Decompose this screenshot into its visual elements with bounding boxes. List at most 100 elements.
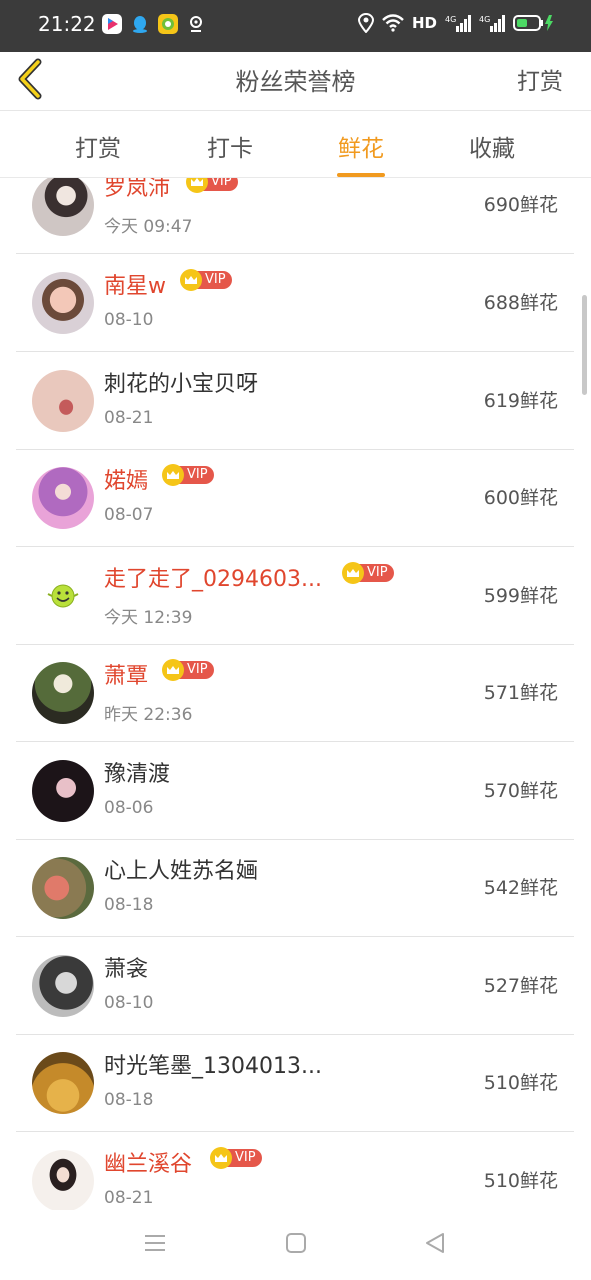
list-item[interactable]: 萧覃 VIP 昨天 22:36 571鲜花 <box>16 644 574 742</box>
menu-button[interactable] <box>144 1232 166 1258</box>
hd-label: HD <box>411 14 437 32</box>
user-date: 08-18 <box>104 895 154 915</box>
back-nav-button[interactable] <box>424 1232 446 1258</box>
list-item[interactable]: 幽兰溪谷 VIP 08-21 510鲜花 <box>16 1132 574 1210</box>
user-name: 婼嫣 <box>104 469 149 494</box>
tab-label: 鲜花 <box>338 136 384 162</box>
status-app-icons <box>102 14 206 34</box>
status-indicators: HD 4G 4G <box>357 13 555 33</box>
tab-favorites[interactable]: 收藏 <box>452 129 532 163</box>
user-name: 幽兰溪谷 <box>104 1152 193 1177</box>
video-app-icon <box>102 14 122 34</box>
user-date: 08-10 <box>104 310 154 330</box>
user-date: 08-21 <box>104 408 154 428</box>
avatar <box>32 565 94 627</box>
vip-badge: VIP <box>180 269 232 291</box>
vip-badge: VIP <box>186 178 238 193</box>
signal-4g-icon-2: 4G <box>479 15 505 32</box>
list-item[interactable]: 南星w VIP 08-10 688鲜花 <box>16 254 574 352</box>
page-title: 粉丝荣誉榜 <box>235 68 356 96</box>
flower-count: 600鲜花 <box>483 487 558 509</box>
tab-label: 打赏 <box>75 136 121 162</box>
flower-count: 690鲜花 <box>483 194 558 216</box>
flower-count: 599鲜花 <box>483 585 558 607</box>
svg-text:4G: 4G <box>479 15 490 24</box>
crown-icon <box>342 562 364 584</box>
avatar <box>32 272 94 334</box>
user-name: 时光笔墨_1304013... <box>104 1054 322 1079</box>
user-name: 走了走了_0294603... <box>104 567 322 592</box>
flower-count: 570鲜花 <box>483 780 558 802</box>
list-item[interactable]: 时光笔墨_1304013... 08-18 510鲜花 <box>16 1034 574 1132</box>
qq-icon <box>130 14 150 34</box>
scrollbar[interactable] <box>582 295 587 395</box>
list-item[interactable]: 罗岚沛 VIP 今天 09:47 690鲜花 <box>16 178 574 254</box>
tab-label: 打卡 <box>207 136 253 162</box>
avatar <box>32 467 94 529</box>
user-name: 刺花的小宝贝呀 <box>104 372 259 397</box>
avatar <box>32 178 94 236</box>
user-date: 昨天 22:36 <box>104 705 193 725</box>
avatar <box>32 1052 94 1114</box>
battery-icon <box>513 15 553 31</box>
user-date: 08-06 <box>104 798 154 818</box>
user-name: 萧衾 <box>104 957 149 982</box>
user-date: 08-07 <box>104 505 154 525</box>
crown-icon <box>162 659 184 681</box>
tab-bar: 打赏 打卡 鲜花 收藏 <box>0 111 591 178</box>
flower-count: 510鲜花 <box>483 1170 558 1192</box>
app-header: 粉丝荣誉榜 打赏 <box>0 52 591 111</box>
crown-icon <box>180 269 202 291</box>
vip-badge: VIP <box>342 562 394 584</box>
status-bar: 21:22 HD 4G 4G <box>0 0 591 52</box>
back-triangle-icon <box>426 1233 444 1253</box>
fan-ranking-list: 罗岚沛 VIP 今天 09:47 690鲜花 南星w VIP 08-10 688… <box>0 178 591 1210</box>
list-item[interactable]: 走了走了_0294603... VIP 今天 12:39 599鲜花 <box>16 547 574 645</box>
user-name: 心上人姓苏名婳 <box>104 859 259 884</box>
reward-button[interactable]: 打赏 <box>517 62 563 96</box>
tab-reward[interactable]: 打赏 <box>58 129 138 163</box>
flower-count: 619鲜花 <box>483 390 558 412</box>
smiley-icon <box>47 584 79 608</box>
tab-label: 收藏 <box>469 136 515 162</box>
user-name: 南星w <box>104 274 166 299</box>
svg-text:4G: 4G <box>445 15 456 24</box>
location-icon <box>186 14 206 34</box>
home-button[interactable] <box>285 1232 307 1258</box>
vip-badge: VIP <box>210 1147 262 1169</box>
user-date: 今天 09:47 <box>104 217 193 237</box>
user-name: 豫清渡 <box>104 762 171 787</box>
user-date: 08-21 <box>104 1188 154 1208</box>
flower-count: 542鲜花 <box>483 877 558 899</box>
vip-badge: VIP <box>162 464 214 486</box>
tab-checkin[interactable]: 打卡 <box>190 129 270 163</box>
avatar <box>32 1150 94 1210</box>
avatar <box>32 370 94 432</box>
flower-count: 527鲜花 <box>483 975 558 997</box>
flower-count: 688鲜花 <box>483 292 558 314</box>
user-date: 08-10 <box>104 993 154 1013</box>
list-item[interactable]: 刺花的小宝贝呀 08-21 619鲜花 <box>16 352 574 450</box>
tab-flowers[interactable]: 鲜花 <box>321 129 401 177</box>
avatar <box>32 662 94 724</box>
user-name: 罗岚沛 <box>104 178 171 201</box>
crown-icon <box>210 1147 232 1169</box>
flower-count: 571鲜花 <box>483 682 558 704</box>
user-name: 萧覃 <box>104 664 149 689</box>
list-item[interactable]: 萧衾 08-10 527鲜花 <box>16 937 574 1035</box>
list-item[interactable]: 婼嫣 VIP 08-07 600鲜花 <box>16 449 574 547</box>
list-item[interactable]: 豫清渡 08-06 570鲜花 <box>16 742 574 840</box>
avatar <box>32 857 94 919</box>
user-date: 今天 12:39 <box>104 608 193 628</box>
menu-icon <box>145 1235 165 1251</box>
avatar <box>32 955 94 1017</box>
status-time: 21:22 <box>38 12 96 36</box>
avatar <box>32 760 94 822</box>
user-date: 08-18 <box>104 1090 154 1110</box>
active-tab-indicator <box>337 173 385 177</box>
gps-icon <box>357 13 374 33</box>
list-item[interactable]: 心上人姓苏名婳 08-18 542鲜花 <box>16 839 574 937</box>
signal-4g-icon: 4G <box>445 15 471 32</box>
flower-count: 510鲜花 <box>483 1072 558 1094</box>
wifi-icon <box>382 14 404 32</box>
